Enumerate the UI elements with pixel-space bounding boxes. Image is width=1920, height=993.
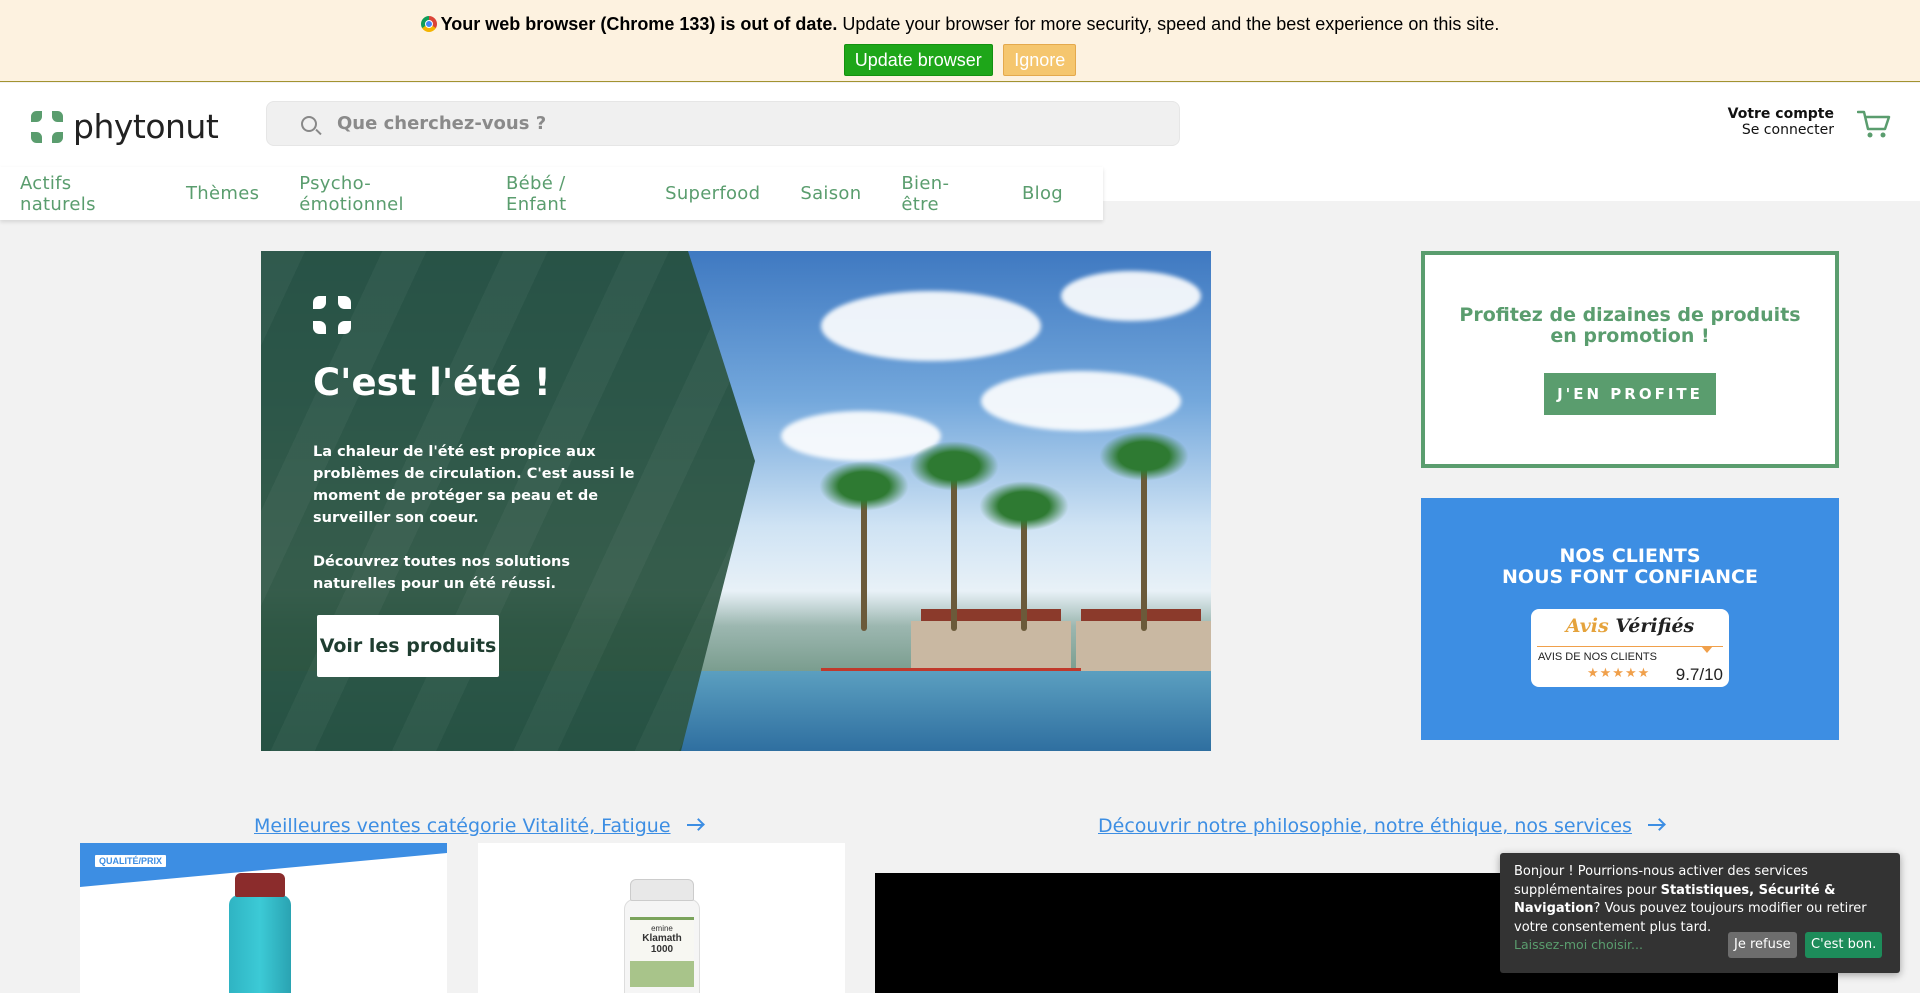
cookie-consent-panel: Bonjour ! Pourrions-nous activer des ser…: [1500, 853, 1900, 973]
hero-paragraph-2: Découvrez toutes nos solutions naturelle…: [313, 554, 570, 592]
quality-price-badge: QUALITÉ/PRIX: [95, 855, 167, 867]
hero-paragraph-1: La chaleur de l'été est propice aux prob…: [313, 444, 635, 526]
cart-icon[interactable]: [1857, 109, 1891, 139]
search-icon[interactable]: [301, 116, 317, 132]
best-sellers-link[interactable]: Meilleures ventes catégorie Vitalité, Fa…: [254, 815, 703, 837]
search-input[interactable]: [337, 102, 1157, 145]
hero-description: La chaleur de l'été est propice aux prob…: [313, 441, 643, 595]
promo-button[interactable]: J'EN PROFITE: [1544, 373, 1716, 415]
philosophy-link[interactable]: Découvrir notre philosophie, notre éthiq…: [1098, 815, 1664, 837]
avis-verifies-widget[interactable]: Avis Vérifiés AVIS DE NOS CLIENTS ★★★★★ …: [1531, 609, 1729, 687]
chrome-icon: [420, 16, 437, 32]
browser-warning-text: Update your browser for more security, s…: [837, 14, 1500, 34]
browser-update-message: Your web browser (Chrome 133) is out of …: [0, 13, 1920, 35]
nav-item-psycho-emotionnel[interactable]: Psycho-émotionnel: [299, 173, 466, 215]
trust-title-line-2: NOUS FONT CONFIANCE: [1502, 566, 1758, 588]
promo-panel: Profitez de dizaines de produits en prom…: [1421, 251, 1839, 468]
nav-item-superfood[interactable]: Superfood: [665, 183, 760, 204]
see-products-button[interactable]: Voir les produits: [317, 615, 499, 677]
search-bar: [266, 101, 1180, 146]
ignore-button[interactable]: Ignore: [1003, 44, 1077, 76]
product-card[interactable]: QUALITÉ/PRIX: [80, 843, 447, 993]
cookie-message: Bonjour ! Pourrions-nous activer des ser…: [1514, 864, 1867, 935]
arrow-right-icon: [686, 824, 703, 826]
account-title: Votre compte: [1727, 106, 1834, 122]
browser-warning-bold: Your web browser (Chrome 133) is out of …: [440, 14, 838, 34]
arrow-right-icon: [1647, 824, 1664, 826]
nav-item-bien-etre[interactable]: Bien-être: [901, 173, 982, 215]
account-link[interactable]: Votre compte Se connecter: [1728, 106, 1834, 138]
product-image: [227, 873, 293, 993]
account-login: Se connecter: [1741, 122, 1834, 138]
main-nav: Actifs naturels Thèmes Psycho-émotionnel…: [0, 167, 1103, 220]
browser-update-banner: Your web browser (Chrome 133) is out of …: [0, 0, 1920, 82]
nav-item-blog[interactable]: Blog: [1022, 183, 1063, 204]
rating-stars-icon: ★★★★★: [1587, 666, 1651, 681]
product-card[interactable]: emine Klamath 1000: [478, 843, 845, 993]
trust-title: NOS CLIENTS NOUS FONT CONFIANCE: [1421, 546, 1839, 588]
site-logo[interactable]: phytonut: [31, 107, 219, 146]
trust-title-line-1: NOS CLIENTS: [1559, 545, 1701, 567]
nav-item-saison[interactable]: Saison: [800, 183, 861, 204]
logo-mark-icon: [31, 110, 63, 143]
product-brand: emine: [651, 924, 673, 933]
product-name: Klamath 1000: [642, 933, 682, 955]
logo-text: phytonut: [73, 107, 219, 146]
hero-title: C'est l'été !: [313, 361, 551, 404]
rating-score: 9.7/10: [1675, 665, 1723, 684]
cookie-choose-link[interactable]: Laissez-moi choisir...: [1514, 937, 1643, 952]
customer-trust-panel: NOS CLIENTS NOUS FONT CONFIANCE Avis Vér…: [1421, 498, 1839, 740]
cookie-accept-button[interactable]: C'est bon.: [1805, 932, 1883, 958]
promo-text: Profitez de dizaines de produits en prom…: [1459, 304, 1801, 347]
avis-subtitle: AVIS DE NOS CLIENTS: [1538, 651, 1657, 663]
update-browser-button[interactable]: Update browser: [843, 44, 993, 76]
hero-logo-icon: [313, 296, 351, 334]
hero-banner: C'est l'été ! La chaleur de l'été est pr…: [261, 251, 1211, 751]
nav-item-actifs-naturels[interactable]: Actifs naturels: [20, 173, 146, 215]
nav-item-bebe-enfant[interactable]: Bébé / Enfant: [506, 173, 625, 215]
product-image: emine Klamath 1000: [622, 879, 702, 993]
avis-verifies-logo: Avis Vérifiés: [1565, 615, 1695, 637]
nav-item-themes[interactable]: Thèmes: [186, 183, 259, 204]
cookie-refuse-button[interactable]: Je refuse: [1728, 932, 1797, 958]
